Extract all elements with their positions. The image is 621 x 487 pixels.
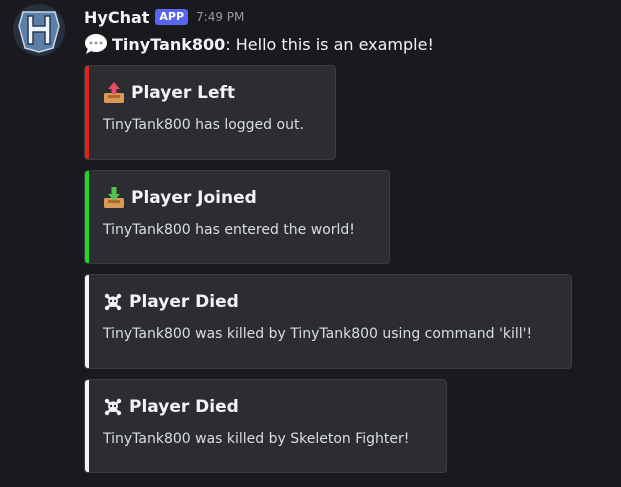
avatar[interactable]	[13, 4, 65, 56]
chat-message: HyChat APP 7:49 PM TinyTank800 : Hello t…	[0, 0, 621, 487]
username[interactable]: HyChat	[84, 8, 149, 27]
embed-title-text: Player Died	[129, 397, 239, 417]
embed-player-left: Player Left TinyTank800 has logged out.	[84, 65, 336, 160]
message-header: HyChat APP 7:49 PM	[84, 6, 244, 28]
speech-bubble-icon	[84, 33, 108, 55]
embed-title-text: Player Died	[129, 292, 239, 312]
outbox-tray-icon	[103, 82, 125, 104]
hychat-logo-icon	[13, 4, 65, 56]
skull-crossbones-icon	[103, 397, 123, 417]
embed-color-bar	[85, 66, 89, 159]
embed-color-bar	[85, 380, 89, 472]
content-author: TinyTank800	[112, 34, 226, 54]
app-badge: APP	[155, 9, 189, 25]
embed-description: TinyTank800 has logged out.	[103, 117, 304, 133]
embed-title: Player Joined	[103, 187, 257, 209]
embed-title-text: Player Left	[131, 83, 236, 103]
embed-description: TinyTank800 was killed by TinyTank800 us…	[103, 326, 533, 342]
embed-description: TinyTank800 has entered the world!	[103, 222, 355, 238]
embed-description: TinyTank800 was killed by Skeleton Fight…	[103, 431, 410, 447]
embed-player-died: Player Died TinyTank800 was killed by Ti…	[84, 274, 572, 369]
message-content: TinyTank800 : Hello this is an example!	[84, 32, 434, 56]
embed-player-died: Player Died TinyTank800 was killed by Sk…	[84, 379, 447, 473]
embed-title-text: Player Joined	[131, 188, 257, 208]
embed-color-bar	[85, 171, 89, 263]
inbox-tray-icon	[103, 187, 125, 209]
embed-color-bar	[85, 275, 89, 368]
timestamp[interactable]: 7:49 PM	[196, 10, 244, 24]
skull-crossbones-icon	[103, 292, 123, 312]
embed-title: Player Died	[103, 291, 239, 313]
embed-title: Player Left	[103, 82, 235, 104]
content-text: : Hello this is an example!	[225, 34, 434, 54]
embed-player-joined: Player Joined TinyTank800 has entered th…	[84, 170, 390, 264]
embed-title: Player Died	[103, 396, 239, 418]
